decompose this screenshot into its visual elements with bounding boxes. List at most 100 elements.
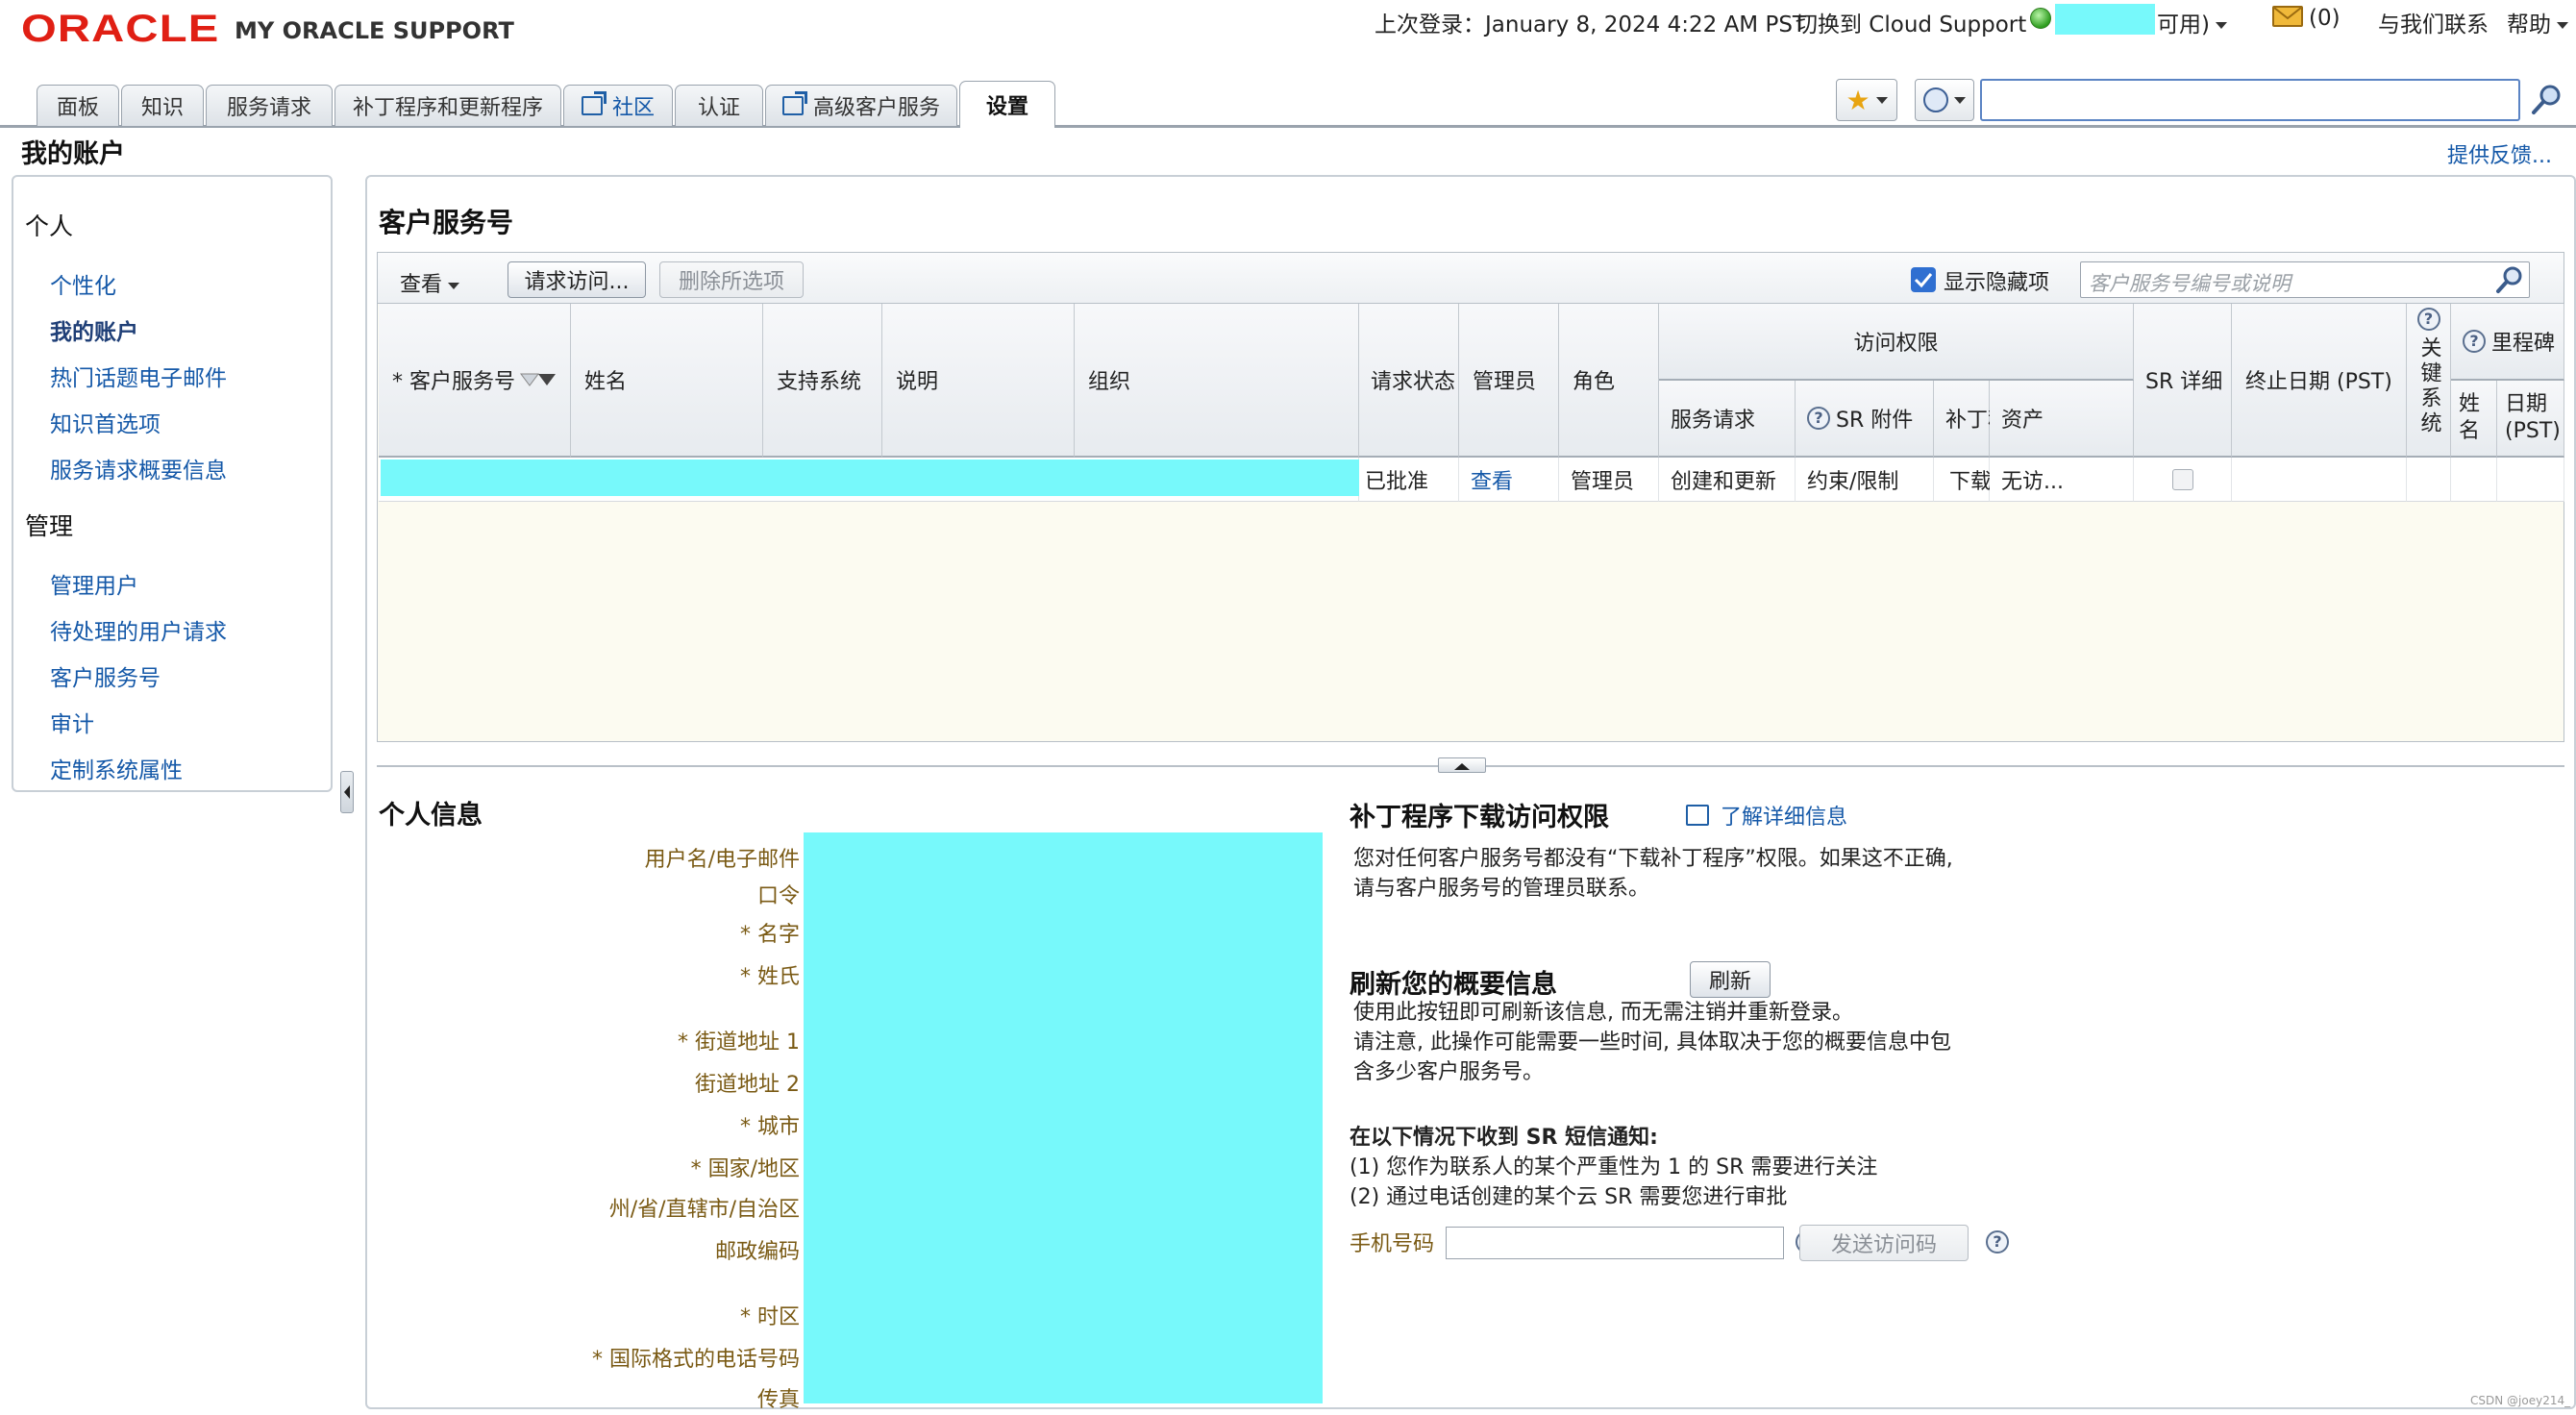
star-icon: ★ [1845,84,1870,116]
tab-label: 知识 [140,96,184,120]
help-icon[interactable]: ? [1807,407,1830,430]
sidebar-item-sr-profile[interactable]: 服务请求概要信息 [50,452,227,484]
favorites-button[interactable]: ★ [1836,79,1897,121]
cell-key-system [2407,458,2451,502]
col-header-milestone-name[interactable]: 姓名 [2451,381,2497,458]
global-search-input[interactable] [1980,79,2520,121]
col-header-organization[interactable]: 组织 [1075,304,1359,458]
sidebar-item-hot-topics[interactable]: 热门话题电子邮件 [50,360,227,392]
col-header-end-date[interactable]: 终止日期 (PST) [2232,304,2407,458]
col-header-role[interactable]: 角色 [1559,304,1659,458]
refresh-text-3: 含多少客户服务号。 [1353,1060,1545,1084]
col-header-patches[interactable]: 补丁程序 [1934,381,2030,458]
tab-service-requests[interactable]: 服务请求 [206,85,333,126]
search-icon[interactable] [2494,264,2525,295]
sidebar-item-knowledge-prefs[interactable]: 知识首选项 [50,406,161,438]
csi-filter-input[interactable]: 客户服务号编号或说明 [2080,261,2530,298]
clock-icon [1923,87,1948,112]
product-name: MY ORACLE SUPPORT [235,17,514,44]
help-icon[interactable]: ? [2416,308,2440,331]
label-state: 州/省/直辖市/自治区 [608,1198,800,1222]
cell-sr-access: 创建和更新 [1659,458,1796,502]
redacted-username [2055,4,2155,35]
sms-text-1: (1) 您作为联系人的某个严重性为 1 的 SR 需要进行关注 [1350,1155,1878,1179]
splitter-toggle[interactable] [1438,757,1486,773]
chevron-down-icon [2557,22,2568,29]
sidebar-item-manage-users[interactable]: 管理用户 [50,567,138,600]
sms-title: 在以下情况下收到 SR 短信通知: [1350,1126,1658,1150]
feedback-link[interactable]: 提供反馈... [2447,138,2552,169]
help-icon[interactable]: ? [1986,1230,2009,1254]
refresh-text-2: 请注意, 此操作可能需要一些时间, 具体取决于您的概要信息中包 [1353,1030,1951,1055]
col-header-label: 服务请求 [1671,409,1756,433]
col-header-request-status[interactable]: 请求状态 [1359,304,1459,458]
page-title: 我的账户 [21,139,125,169]
cell-admin-view-link[interactable]: 查看 [1459,458,1559,502]
sidebar-item-my-account[interactable]: 我的账户 [50,313,138,346]
watermark: CSDN @joey214_ [2470,1394,2571,1407]
view-menu[interactable]: 查看 [400,267,460,298]
csi-section-title: 客户服务号 [379,207,514,238]
sort-icon[interactable] [519,370,557,389]
col-header-sr-detail[interactable]: SR 详细 [2134,304,2232,458]
switch-cloud-link[interactable]: 切换到 Cloud Support [1796,6,2026,38]
tab-community[interactable]: 社区 [563,85,673,126]
label-phone: * 国际格式的电话号码 [592,1348,800,1372]
sidebar-item-pending-requests[interactable]: 待处理的用户请求 [50,613,227,646]
help-icon[interactable]: ? [2463,330,2486,353]
external-link-icon [1686,805,1709,826]
mail-icon[interactable] [2272,6,2303,27]
chevron-down-icon [1954,96,1966,104]
col-header-milestone-date[interactable]: 日期 (PST) [2497,381,2564,458]
label-postal-code: 邮政编码 [714,1240,800,1264]
request-access-button[interactable]: 请求访问... [508,261,646,298]
label-street-2: 街道地址 2 [695,1073,800,1097]
col-header-sr[interactable]: 服务请求 [1659,381,1796,458]
view-label: 查看 [400,273,443,297]
delete-selected-button[interactable]: 删除所选项 [659,261,804,298]
col-header-csi[interactable]: * 客户服务号 [379,304,571,458]
sidebar-item-csi[interactable]: 客户服务号 [50,659,161,692]
contact-us-link[interactable]: 与我们联系 [2378,6,2489,38]
help-menu[interactable]: 帮助 [2507,6,2568,38]
sidebar-item-audit[interactable]: 审计 [50,706,94,738]
col-header-name[interactable]: 姓名 [571,304,763,458]
show-hidden-checkbox[interactable] [1911,267,1936,292]
tab-patches-updates[interactable]: 补丁程序和更新程序 [334,85,561,126]
tab-advanced-customer-services[interactable]: 高级客户服务 [765,85,957,126]
send-code-button[interactable]: 发送访问码 [1799,1225,1969,1261]
sr-detail-checkbox[interactable] [2171,468,2193,490]
col-header-label: 管理员 [1473,370,1537,394]
label-timezone: * 时区 [740,1305,800,1329]
col-header-assets[interactable]: 资产 [1990,381,2134,458]
col-header-support-system[interactable]: 支持系统 [763,304,882,458]
col-header-admin[interactable]: 管理员 [1459,304,1559,458]
tab-knowledge[interactable]: 知识 [121,85,204,126]
oracle-logo[interactable]: ORACLE [21,8,219,51]
col-header-label: 请求状态 [1371,370,1456,394]
refresh-button[interactable]: 刷新 [1690,961,1771,998]
phone-input[interactable] [1446,1227,1784,1259]
chevron-down-icon [448,282,460,289]
learn-more-link[interactable]: 了解详细信息 [1686,800,1847,831]
chevron-down-icon [2215,22,2227,29]
col-header-key-system[interactable]: ? 关键系统 [2407,304,2451,458]
col-header-description[interactable]: 说明 [882,304,1075,458]
search-icon[interactable] [2530,83,2564,117]
sidebar-item-custom-props[interactable]: 定制系统属性 [50,752,183,784]
sidebar-item-personalize[interactable]: 个性化 [50,267,116,300]
messages-count[interactable]: (0) [2309,6,2341,31]
col-header-sr-attachments[interactable]: ? SR 附件 [1796,381,1934,458]
refresh-text-1: 使用此按钮即可刷新该信息, 而无需注销并重新登录。 [1353,1001,1853,1025]
collapse-sidebar-handle[interactable] [340,771,354,813]
recent-items-button[interactable] [1915,79,1974,121]
show-hidden-label: 显示隐藏项 [1944,271,2050,295]
cell-milestone-name [2451,458,2497,502]
personal-info-labels: 用户名/电子邮件 口令 * 名字 * 姓氏 * 街道地址 1 街道地址 2 * … [538,832,800,1412]
external-link-icon [781,91,807,115]
tab-settings[interactable]: 设置 [959,81,1055,128]
chevron-down-icon [1875,96,1888,104]
tab-dashboard[interactable]: 面板 [37,85,119,126]
tab-certification[interactable]: 认证 [675,85,763,126]
availability-menu[interactable]: 可用) [2157,6,2227,38]
